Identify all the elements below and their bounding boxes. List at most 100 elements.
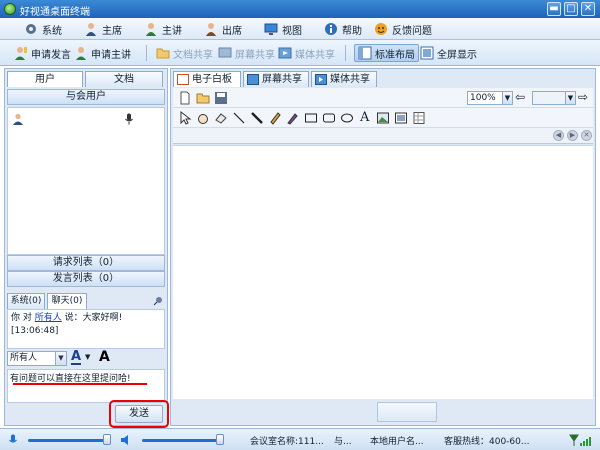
tab-system-messages[interactable]: 系统(0) — [7, 293, 45, 309]
menu-view[interactable]: 视图 — [264, 21, 302, 37]
folder-icon — [156, 48, 170, 59]
fullscreen-button[interactable]: 全屏显示 — [420, 45, 477, 61]
request-host-button[interactable]: 申请主讲 — [74, 45, 131, 61]
request-speak-button[interactable]: 申请发言 — [14, 45, 71, 61]
hand-icon[interactable] — [196, 111, 210, 125]
rounded-rectangle-icon[interactable] — [322, 111, 336, 125]
eraser-icon[interactable] — [214, 111, 228, 125]
menu-chairman-label: 主席 — [102, 25, 122, 37]
minimize-button[interactable]: ▬ — [547, 2, 561, 16]
send-button[interactable]: 发送 — [115, 405, 163, 423]
send-highlight-box: 发送 — [109, 400, 169, 428]
user-avatar-icon — [13, 113, 23, 125]
menu-feedback-label: 反馈问题 — [392, 25, 432, 37]
tab-screen-share[interactable]: 屏幕共享 — [243, 71, 309, 87]
user-list[interactable] — [7, 107, 165, 255]
open-folder-icon[interactable] — [196, 91, 210, 105]
line-icon[interactable] — [232, 111, 246, 125]
chat-recipient-link[interactable]: 所有人 — [35, 313, 62, 323]
prev-icon[interactable]: ◀ — [553, 130, 564, 141]
user-icon — [76, 47, 86, 60]
media-share-label: 媒体共享 — [295, 49, 335, 61]
user-hand-icon — [15, 47, 27, 60]
tab-users[interactable]: 用户 — [7, 71, 83, 87]
speaker-icon — [146, 23, 156, 36]
tab-media-share[interactable]: 媒体共享 — [311, 71, 377, 87]
left-panel: 用户 文档 与会用户 请求列表（0） 发言列表（0） 系统(0) 聊天(0) 你… — [4, 68, 169, 428]
chat-message: 你 对 所有人 说：大家好啊! — [11, 312, 161, 325]
microphone-icon[interactable] — [124, 113, 134, 125]
new-file-icon[interactable] — [178, 91, 192, 105]
font-size-button[interactable]: A — [99, 349, 110, 365]
info-icon — [325, 23, 337, 35]
menu-speaker[interactable]: 主讲 — [144, 21, 182, 37]
save-icon[interactable] — [214, 91, 228, 105]
rectangle-icon[interactable] — [304, 111, 318, 125]
fullscreen-label: 全屏显示 — [437, 49, 477, 61]
whiteboard-canvas[interactable] — [173, 145, 593, 399]
whiteboard-file-toolbar: 100% ▼ ⇦ ▼ ⇨ — [173, 88, 593, 108]
font-color-button[interactable]: A — [71, 350, 82, 365]
thick-line-icon[interactable] — [250, 111, 264, 125]
footer-button[interactable] — [377, 402, 437, 422]
tab-documents[interactable]: 文档 — [85, 71, 163, 87]
chat-timestamp: [13:06:48] — [11, 326, 59, 336]
tab-chat[interactable]: 聊天(0) — [47, 293, 87, 309]
close-button[interactable]: ✕ — [581, 2, 595, 16]
menu-help[interactable]: 帮助 — [324, 21, 362, 37]
standard-layout-button[interactable]: 标准布局 — [354, 44, 419, 62]
ellipse-icon[interactable] — [340, 111, 354, 125]
maximize-button[interactable]: □ — [564, 2, 578, 16]
feedback-icon — [375, 23, 387, 35]
window-title: 好视通桌面终端 — [20, 7, 90, 18]
recipient-value: 所有人 — [10, 353, 38, 363]
doc-share-label: 文档共享 — [173, 49, 213, 61]
app-logo-icon — [4, 3, 16, 15]
mic-volume-slider[interactable] — [103, 434, 111, 445]
request-host-label: 申请主讲 — [91, 49, 131, 61]
prev-page-arrow-icon[interactable]: ⇦ — [515, 90, 525, 104]
zoom-value: 100% — [470, 93, 496, 103]
fullscreen-icon — [420, 46, 434, 60]
chat-tabs: 系统(0) 聊天(0) — [7, 293, 165, 309]
next-page-arrow-icon[interactable]: ⇨ — [578, 90, 588, 104]
zoom-select[interactable]: 100% ▼ — [467, 91, 513, 105]
pen-icon[interactable] — [268, 111, 282, 125]
speaker-volume-slider[interactable] — [216, 434, 224, 445]
chat-text: 说：大家好啊! — [64, 313, 123, 323]
speak-list-bar[interactable]: 发言列表（0） — [7, 271, 165, 287]
close-whiteboard-icon[interactable]: ✕ — [581, 130, 592, 141]
highlighter-icon[interactable] — [286, 111, 300, 125]
room-name: 会议室名称:111... — [250, 437, 324, 447]
chat-format-bar: 所有人 ▼ A ▼ A — [7, 349, 165, 367]
status-with: 与... — [334, 437, 352, 447]
tab-whiteboard[interactable]: 电子白板 — [173, 71, 241, 87]
next-icon[interactable]: ▶ — [567, 130, 578, 141]
page-select[interactable]: ▼ — [532, 91, 576, 105]
font-color-dropdown-icon[interactable]: ▼ — [85, 353, 90, 361]
media-share-button[interactable]: 媒体共享 — [278, 45, 335, 61]
chat-input[interactable]: 有问题可以直接在这里提问哈! — [7, 369, 165, 403]
menu-system[interactable]: 系统 — [24, 21, 62, 37]
pointer-icon[interactable] — [178, 111, 192, 125]
microphone-icon — [9, 434, 17, 443]
mic-volume-track — [28, 439, 110, 442]
text-tool-icon[interactable]: A — [360, 111, 374, 125]
attendees-header[interactable]: 与会用户 — [7, 89, 165, 105]
menu-attend[interactable]: 出席 — [204, 21, 242, 37]
media-icon — [278, 47, 292, 59]
image-icon[interactable] — [376, 111, 390, 125]
menu-feedback[interactable]: 反馈问题 — [374, 21, 432, 37]
title-bar: 好视通桌面终端 ▬ □ ✕ — [0, 0, 600, 18]
doc-share-button[interactable]: 文档共享 — [156, 45, 213, 61]
screen-icon — [247, 74, 259, 85]
screen-share-button[interactable]: 屏幕共享 — [218, 45, 275, 61]
pin-icon[interactable] — [153, 296, 163, 306]
recipient-select[interactable]: 所有人 ▼ — [7, 351, 67, 366]
request-list-bar[interactable]: 请求列表（0） — [7, 255, 165, 271]
standard-layout-label: 标准布局 — [375, 49, 415, 61]
menu-chairman[interactable]: 主席 — [84, 21, 122, 37]
grid-icon[interactable] — [412, 111, 426, 125]
screenshot-icon[interactable] — [394, 111, 408, 125]
content-footer — [173, 400, 593, 424]
